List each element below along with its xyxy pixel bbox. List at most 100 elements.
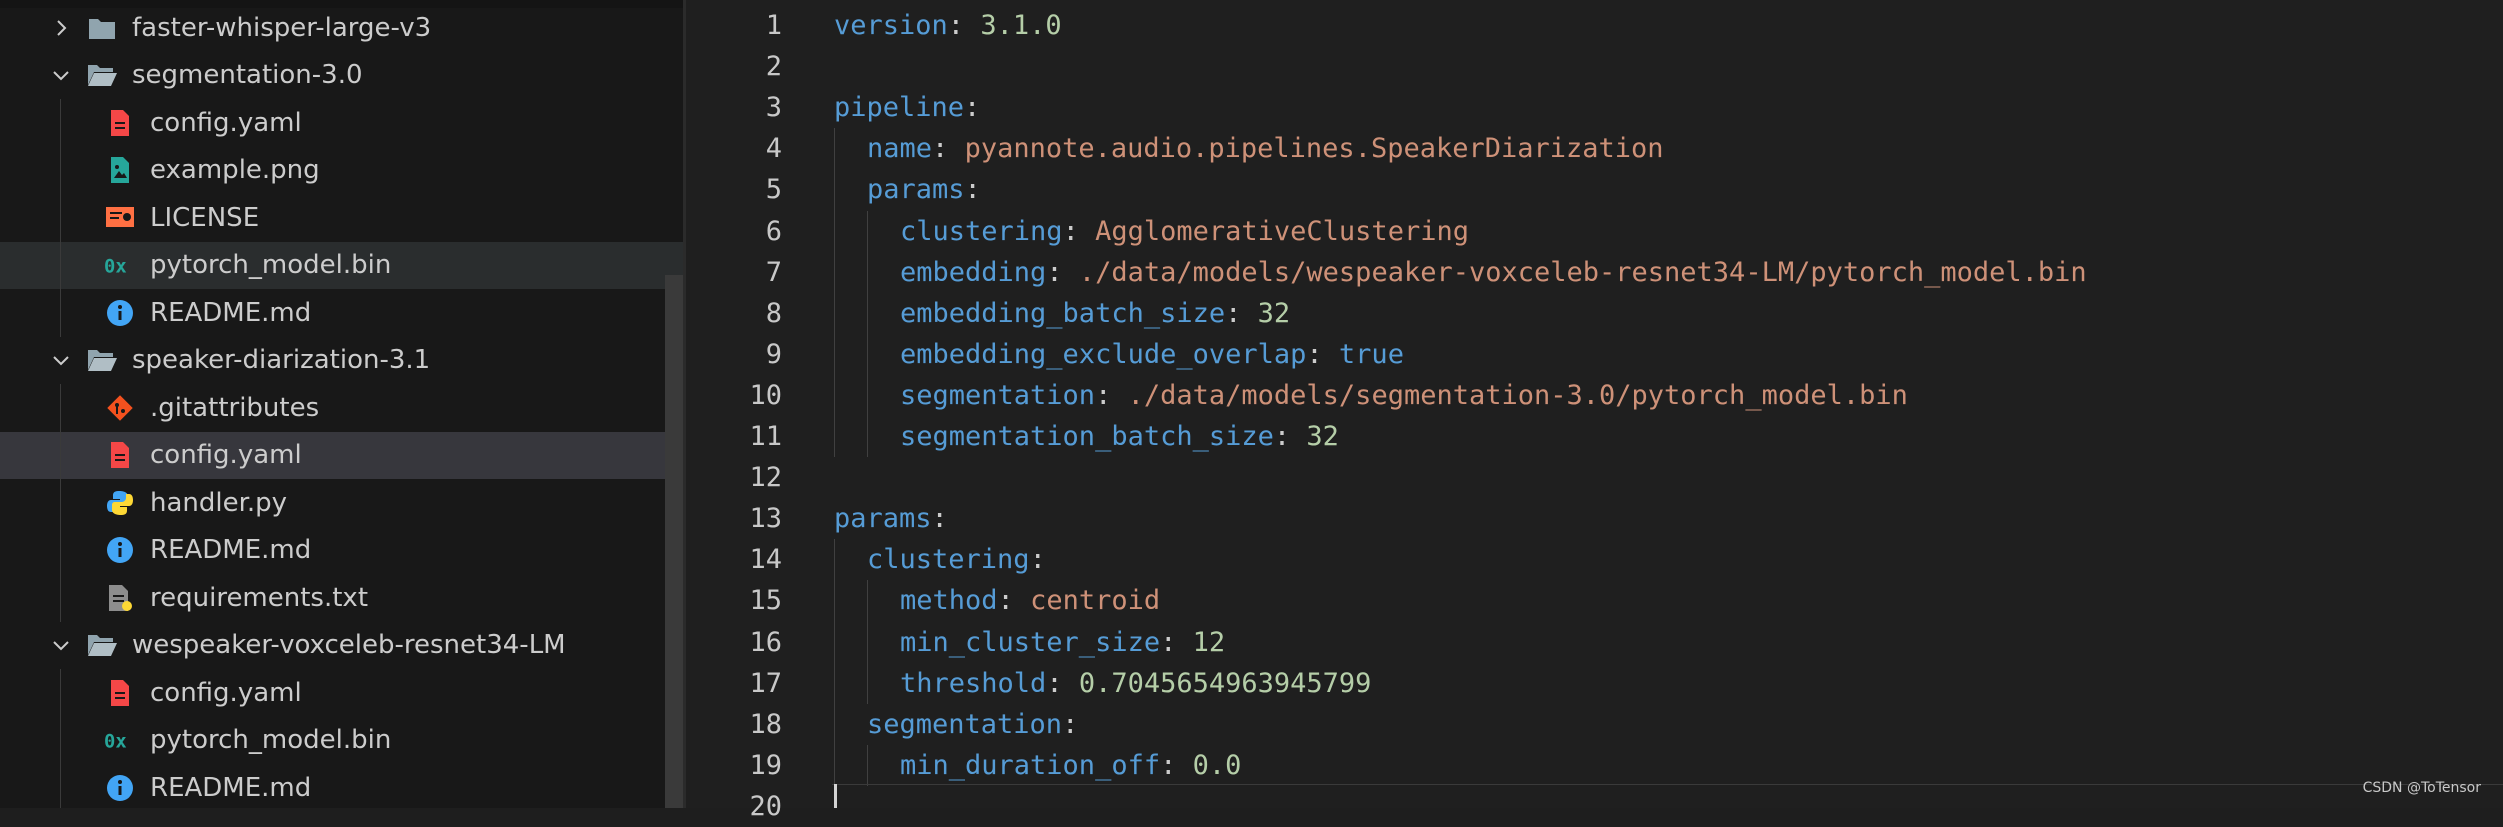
code-line[interactable]: 18 segmentation:	[686, 704, 2503, 745]
code-line[interactable]: 2	[686, 46, 2503, 87]
line-number: 4	[765, 133, 782, 165]
yaml-value: 32	[1306, 421, 1339, 452]
code-line[interactable]: 19 min_duration_off: 0.0	[686, 745, 2503, 786]
tree-file-row[interactable]: handler.py	[0, 479, 686, 526]
yaml-key: embedding	[900, 256, 1047, 288]
code-line[interactable]: 17 threshold: 0.7045654963945799	[686, 663, 2503, 704]
tree-file-row[interactable]: config.yaml	[0, 431, 686, 479]
line-number: 7	[765, 256, 782, 288]
tree-file-row[interactable]: .gitattributes	[0, 384, 686, 431]
tree-item-label: faster-whisper-large-v3	[132, 12, 432, 43]
code-editor[interactable]: 1 version: 3.1.0 2 3 pipeline: 4 name: pyannot…	[686, 0, 2503, 822]
code-line[interactable]: 11 segmentation_batch_size: 32	[686, 416, 2503, 457]
code-line[interactable]: 10 segmentation: ./data/models/segmentati…	[686, 375, 2503, 416]
code-line[interactable]: 5 params:	[686, 169, 2503, 210]
tree-file-row[interactable]: 0x pytorch_model.bin	[0, 241, 686, 289]
tree-file-row[interactable]: config.yaml	[0, 99, 686, 146]
tree-file-row[interactable]: example.png	[0, 147, 686, 194]
line-number: 3	[765, 92, 782, 124]
line-number: 17	[749, 667, 782, 699]
tree-folder-row[interactable]: wespeaker-voxceleb-resnet34-LM	[0, 622, 686, 669]
line-number: 8	[765, 297, 782, 329]
code-line[interactable]: 7 embedding: ./data/models/wespeaker-voxc…	[686, 252, 2503, 293]
tree-file-row[interactable]: LICENSE	[0, 194, 686, 241]
tree-file-row[interactable]: 0x pytorch_model.bin	[0, 717, 686, 764]
code-text: clustering: AgglomerativeClustering	[900, 215, 1469, 247]
yaml-value: 0.7045654963945799	[1078, 667, 1372, 699]
current-line-highlight	[832, 784, 2503, 785]
svg-text:0x: 0x	[104, 257, 127, 278]
line-number: 15	[749, 585, 782, 617]
code-text: min_duration_off: 0.0	[900, 749, 1242, 781]
code-line[interactable]: 15 method: centroid	[686, 580, 2503, 621]
tree-file-row[interactable]: requirements.txt	[0, 574, 686, 621]
folder-open-icon	[86, 344, 118, 376]
code-line[interactable]: 14 clustering:	[686, 539, 2503, 580]
code-text: clustering:	[867, 544, 1046, 576]
yaml-key: params	[867, 174, 965, 206]
tree-file-row[interactable]: README.md	[0, 527, 686, 574]
yaml-value: 0.0	[1192, 749, 1242, 781]
tree-file-row[interactable]: config.yaml	[0, 669, 686, 716]
info-file-icon	[104, 534, 136, 566]
chevron-down-icon[interactable]	[46, 345, 76, 375]
yaml-value: centroid	[1030, 585, 1161, 617]
image-file-icon	[104, 154, 136, 186]
indent-guide	[834, 539, 835, 786]
code-text: pipeline:	[834, 92, 981, 124]
yaml-value: 32	[1257, 297, 1291, 329]
line-number: 1	[765, 10, 782, 41]
yaml-key: min_cluster_size	[900, 626, 1161, 658]
tree-folder-row[interactable]: segmentation-3.0	[0, 52, 686, 99]
line-number: 2	[765, 51, 782, 83]
tree-file-row[interactable]: README.md	[0, 764, 686, 808]
code-line[interactable]: 9 embedding_exclude_overlap: true	[686, 334, 2503, 375]
yaml-key: embedding_exclude_overlap	[900, 338, 1307, 370]
yaml-key: params	[834, 503, 932, 535]
code-line[interactable]: 16 min_cluster_size: 12	[686, 622, 2503, 663]
code-line[interactable]: 13 params:	[686, 498, 2503, 539]
code-line[interactable]: 6 clustering: AgglomerativeClustering	[686, 211, 2503, 252]
yaml-file-icon	[104, 107, 136, 139]
chevron-down-icon[interactable]	[46, 60, 76, 90]
line-number: 13	[749, 503, 782, 535]
line-number: 19	[749, 749, 782, 781]
yaml-key: segmentation_batch_size	[900, 421, 1274, 452]
code-text: embedding_batch_size: 32	[900, 297, 1291, 329]
binary-file-icon: 0x	[104, 724, 136, 756]
code-text: segmentation_batch_size: 32	[900, 421, 1339, 452]
code-text: threshold: 0.7045654963945799	[900, 667, 1372, 699]
code-line[interactable]: 1 version: 3.1.0	[686, 5, 2503, 46]
code-text: segmentation:	[867, 708, 1079, 740]
yaml-value: ./data/models/segmentation-3.0/pytorch_m…	[1127, 379, 1908, 411]
yaml-value: 3.1.0	[980, 10, 1062, 41]
explorer-scrollbar[interactable]	[665, 275, 683, 808]
tree-folder-row[interactable]: speaker-diarization-3.1	[0, 337, 686, 384]
tree-file-row[interactable]: README.md	[0, 289, 686, 336]
yaml-value: ./data/models/wespeaker-voxceleb-resnet3…	[1078, 256, 2087, 288]
yaml-key: method	[900, 585, 998, 617]
code-line[interactable]: 4 name: pyannote.audio.pipelines.SpeakerD…	[686, 128, 2503, 169]
yaml-key: clustering	[867, 544, 1030, 576]
folder-icon	[86, 12, 118, 44]
info-file-icon	[104, 772, 136, 804]
yaml-key: version	[834, 10, 948, 41]
yaml-file-icon	[104, 677, 136, 709]
code-line[interactable]: 3 pipeline:	[686, 87, 2503, 128]
tree-item-label: speaker-diarization-3.1	[132, 345, 431, 375]
tree-item-label: handler.py	[150, 487, 288, 518]
code-text: embedding: ./data/models/wespeaker-voxce…	[900, 256, 2087, 288]
indent-guide	[867, 210, 868, 458]
tree-indent-guide	[60, 669, 61, 808]
git-file-icon	[104, 392, 136, 424]
code-line[interactable]: 8 embedding_batch_size: 32	[686, 293, 2503, 334]
explorer-panel: faster-whisper-large-v3 segmentation-3.0 c…	[0, 0, 686, 808]
yaml-key: min_duration_off	[900, 749, 1161, 781]
tree-folder-row[interactable]: faster-whisper-large-v3	[0, 4, 686, 51]
chevron-down-icon[interactable]	[46, 630, 76, 660]
chevron-right-icon[interactable]	[46, 13, 76, 43]
code-line[interactable]: 12	[686, 457, 2503, 498]
code-line[interactable]: 20	[686, 786, 2503, 827]
line-number: 16	[749, 626, 782, 658]
binary-file-icon: 0x	[104, 249, 136, 281]
